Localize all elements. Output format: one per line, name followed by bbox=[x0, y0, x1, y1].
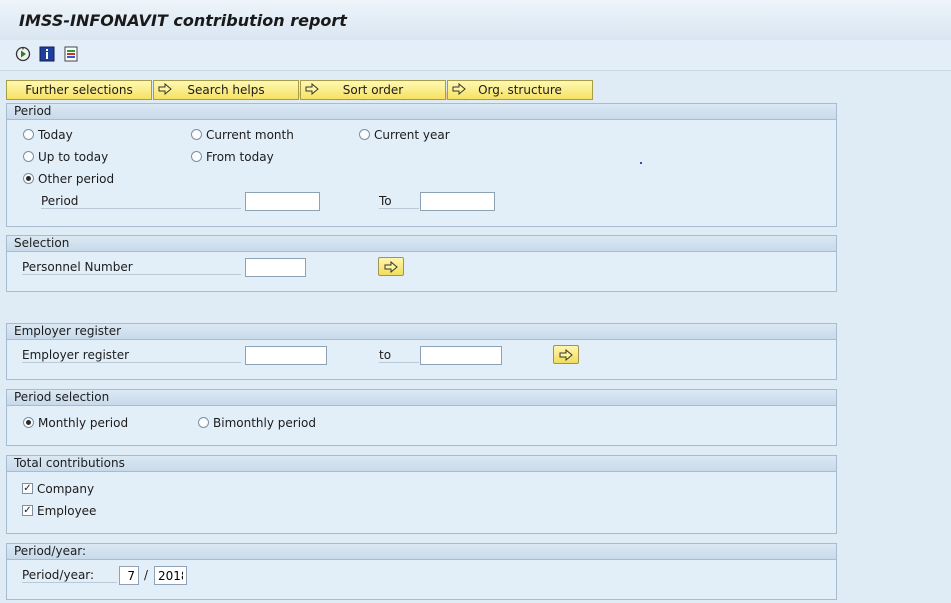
employer-register-label: Employer register bbox=[22, 348, 241, 363]
period-to-input[interactable] bbox=[420, 192, 495, 211]
arrow-right-icon bbox=[158, 83, 172, 95]
employer-register-from-input[interactable] bbox=[245, 346, 327, 365]
up-to-today-label: Up to today bbox=[38, 150, 109, 164]
search-helps-button[interactable]: Search helps bbox=[153, 80, 299, 100]
personnel-number-label: Personnel Number bbox=[22, 260, 241, 275]
today-radio[interactable] bbox=[23, 129, 34, 140]
total-contributions-group: Total contributions ✓ Company ✓ Employee bbox=[6, 455, 837, 534]
personnel-number-input[interactable] bbox=[245, 258, 306, 277]
period-year-label: Period/year: bbox=[22, 568, 117, 583]
from-today-radio[interactable] bbox=[191, 151, 202, 162]
period-selection-group-header: Period selection bbox=[7, 390, 836, 406]
sort-order-button[interactable]: Sort order bbox=[300, 80, 446, 100]
period-year-group-header: Period/year: bbox=[7, 544, 836, 560]
multiple-selection-button[interactable] bbox=[378, 257, 404, 276]
multiple-selection-button[interactable] bbox=[553, 345, 579, 364]
execute-icon[interactable] bbox=[15, 46, 31, 62]
company-label: Company bbox=[37, 482, 95, 496]
selection-group-header: Selection bbox=[7, 236, 836, 252]
current-year-label: Current year bbox=[374, 128, 450, 142]
today-label: Today bbox=[38, 128, 73, 142]
title-bar: IMSS-INFONAVIT contribution report bbox=[0, 0, 951, 41]
employer-register-to-input[interactable] bbox=[420, 346, 502, 365]
bimonthly-period-label: Bimonthly period bbox=[213, 416, 316, 430]
other-period-radio[interactable] bbox=[23, 173, 34, 184]
employer-register-to-label: to bbox=[379, 348, 419, 363]
employee-checkbox[interactable]: ✓ bbox=[22, 505, 33, 516]
current-year-radio[interactable] bbox=[359, 129, 370, 140]
period-from-input[interactable] bbox=[245, 192, 320, 211]
info-icon[interactable] bbox=[39, 46, 55, 62]
selection-variants-icon[interactable] bbox=[63, 46, 79, 62]
arrow-right-icon bbox=[452, 83, 466, 95]
company-checkbox[interactable]: ✓ bbox=[22, 483, 33, 494]
org-structure-label: Org. structure bbox=[478, 83, 562, 97]
selection-group: Selection Personnel Number bbox=[6, 235, 837, 292]
further-selections-label: Further selections bbox=[25, 83, 133, 97]
period-year-group: Period/year: Period/year: / bbox=[6, 543, 837, 600]
search-helps-label: Search helps bbox=[187, 83, 265, 97]
period-group-header: Period bbox=[7, 104, 836, 120]
up-to-today-radio[interactable] bbox=[23, 151, 34, 162]
page-title: IMSS-INFONAVIT contribution report bbox=[19, 11, 347, 30]
application-toolbar: © www.tutorialkart.com bbox=[0, 40, 951, 105]
from-today-label: From today bbox=[206, 150, 274, 164]
period-selection-group: Period selection Monthly period Bimonthl… bbox=[6, 389, 837, 446]
period-input[interactable] bbox=[119, 566, 139, 585]
current-month-label: Current month bbox=[206, 128, 294, 142]
employee-label: Employee bbox=[37, 504, 97, 518]
monthly-period-radio[interactable] bbox=[23, 417, 34, 428]
period-from-label: Period bbox=[41, 194, 241, 209]
employer-register-group-header: Employer register bbox=[7, 324, 836, 340]
sort-order-label: Sort order bbox=[342, 83, 404, 97]
period-year-separator: / bbox=[144, 568, 149, 582]
monthly-period-label: Monthly period bbox=[38, 416, 129, 430]
further-selections-button[interactable]: Further selections bbox=[6, 80, 152, 100]
arrow-right-icon bbox=[384, 260, 398, 273]
year-input[interactable] bbox=[154, 566, 187, 585]
bimonthly-period-radio[interactable] bbox=[198, 417, 209, 428]
arrow-right-icon bbox=[559, 348, 573, 361]
period-to-label: To bbox=[379, 194, 419, 209]
org-structure-button[interactable]: Org. structure bbox=[447, 80, 593, 100]
arrow-right-icon bbox=[305, 83, 319, 95]
total-contributions-group-header: Total contributions bbox=[7, 456, 836, 472]
employer-register-group: Employer register Employer register to bbox=[6, 323, 837, 380]
period-group: Period Today Current month Current year … bbox=[6, 103, 837, 227]
current-month-radio[interactable] bbox=[191, 129, 202, 140]
other-period-label: Other period bbox=[38, 172, 115, 186]
stray-dot bbox=[640, 162, 642, 164]
